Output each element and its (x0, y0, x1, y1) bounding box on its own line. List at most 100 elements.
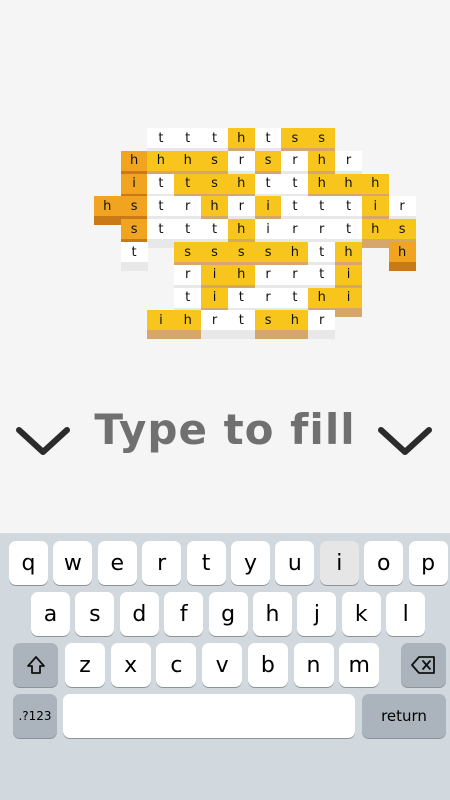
cube-letter: r (281, 150, 309, 171)
numbers-key[interactable]: .?123 (13, 694, 57, 738)
cube-letter: s (120, 219, 148, 240)
cube-letter: r (174, 264, 202, 285)
letter-cube-board: ttthtsshhhsrsrhrittshtthhhhstrhritttirst… (0, 0, 450, 400)
cube-side (147, 330, 175, 340)
key-r[interactable]: r (142, 541, 182, 585)
cube-letter: t (147, 196, 175, 217)
cube-letter: t (281, 196, 309, 217)
cube-letter: h (361, 219, 389, 240)
key-m[interactable]: m (339, 643, 380, 687)
cube-letter: h (281, 242, 309, 262)
cube-letter: t (201, 128, 228, 148)
cube-letter: r (174, 196, 202, 217)
cube-letter: i (201, 287, 228, 308)
cube-letter: t (308, 196, 336, 217)
cube-letter: h (335, 173, 362, 194)
cube-side (335, 307, 362, 317)
letter-cube[interactable]: r (308, 310, 336, 340)
key-f[interactable]: f (164, 592, 204, 636)
letter-cube[interactable]: t (147, 219, 175, 249)
letter-cube[interactable]: h (93, 196, 121, 226)
key-n[interactable]: n (293, 643, 334, 687)
key-x[interactable]: x (110, 643, 151, 687)
letter-cube[interactable]: t (227, 310, 255, 340)
cube-letter: h (281, 310, 309, 331)
cube-letter: h (174, 150, 202, 171)
key-k[interactable]: k (341, 592, 381, 636)
cube-letter: t (308, 264, 336, 285)
key-c[interactable]: c (156, 643, 197, 687)
cube-letter: r (281, 219, 309, 240)
shift-key[interactable] (13, 643, 58, 687)
key-q[interactable]: q (9, 541, 48, 585)
key-z[interactable]: z (65, 643, 105, 687)
key-i[interactable]: i (319, 541, 359, 585)
letter-cube[interactable]: s (254, 310, 282, 340)
backspace-icon (410, 656, 435, 674)
cube-letter: t (281, 173, 309, 194)
cube-letter: s (281, 128, 309, 148)
key-y[interactable]: y (231, 541, 270, 585)
letter-cube[interactable]: h (174, 310, 202, 340)
cube-letter: r (201, 310, 228, 331)
space-bar[interactable] (63, 694, 355, 738)
cube-side (227, 330, 255, 340)
cube-letter: t (174, 219, 202, 240)
letter-cube[interactable]: i (147, 310, 175, 340)
cube-letter: h (227, 128, 255, 148)
letter-cube[interactable]: h (388, 242, 416, 271)
key-l[interactable]: l (386, 592, 426, 636)
key-j[interactable]: j (297, 592, 337, 636)
cube-letter: h (120, 150, 148, 171)
cube-letter: i (335, 264, 362, 285)
cube-letter: h (361, 173, 389, 194)
key-d[interactable]: d (119, 592, 159, 636)
key-w[interactable]: w (53, 541, 93, 585)
key-s[interactable]: s (75, 592, 115, 636)
chevron-down-icon-right[interactable] (375, 420, 435, 460)
cube-letter: h (227, 219, 255, 240)
letter-cube[interactable]: h (361, 219, 389, 249)
cube-letter: i (120, 173, 148, 194)
game-area: ttthtsshhhsrsrhrittshtthhhhstrhritttirst… (0, 0, 450, 533)
cube-side (308, 330, 336, 340)
cube-letter: t (120, 242, 148, 262)
cube-letter: s (254, 150, 282, 171)
cube-side (281, 330, 309, 340)
key-p[interactable]: p (408, 541, 448, 585)
cube-letter: s (174, 242, 202, 262)
cube-letter: t (308, 242, 336, 262)
cube-letter: t (174, 128, 202, 148)
cube-side (93, 216, 121, 226)
cube-letter: t (174, 173, 202, 194)
cube-letter: s (254, 242, 282, 262)
cube-letter: i (361, 196, 389, 217)
key-t[interactable]: t (186, 541, 226, 585)
key-o[interactable]: o (364, 541, 404, 585)
cube-letter: t (254, 128, 282, 148)
letter-cube[interactable]: r (201, 310, 228, 340)
key-h[interactable]: h (253, 592, 292, 636)
cube-side (361, 239, 389, 249)
letter-cube[interactable]: i (335, 287, 362, 317)
cube-letter: t (335, 219, 362, 240)
return-key[interactable]: return (362, 694, 446, 738)
cube-letter: s (201, 242, 228, 262)
cube-letter: t (147, 128, 175, 148)
cube-letter: r (308, 310, 336, 331)
letter-cube[interactable]: h (281, 310, 309, 340)
letter-cube[interactable]: t (120, 242, 148, 271)
backspace-key[interactable] (401, 643, 446, 687)
key-u[interactable]: u (275, 541, 315, 585)
key-v[interactable]: v (202, 643, 243, 687)
key-e[interactable]: e (97, 541, 137, 585)
cube-letter: r (335, 150, 362, 171)
key-a[interactable]: a (31, 592, 70, 636)
cube-letter: r (308, 219, 336, 240)
cube-letter: t (227, 287, 255, 308)
key-g[interactable]: g (208, 592, 248, 636)
cube-letter: h (308, 173, 336, 194)
cube-side (388, 262, 416, 271)
cube-letter: t (147, 219, 175, 240)
key-b[interactable]: b (247, 643, 288, 687)
